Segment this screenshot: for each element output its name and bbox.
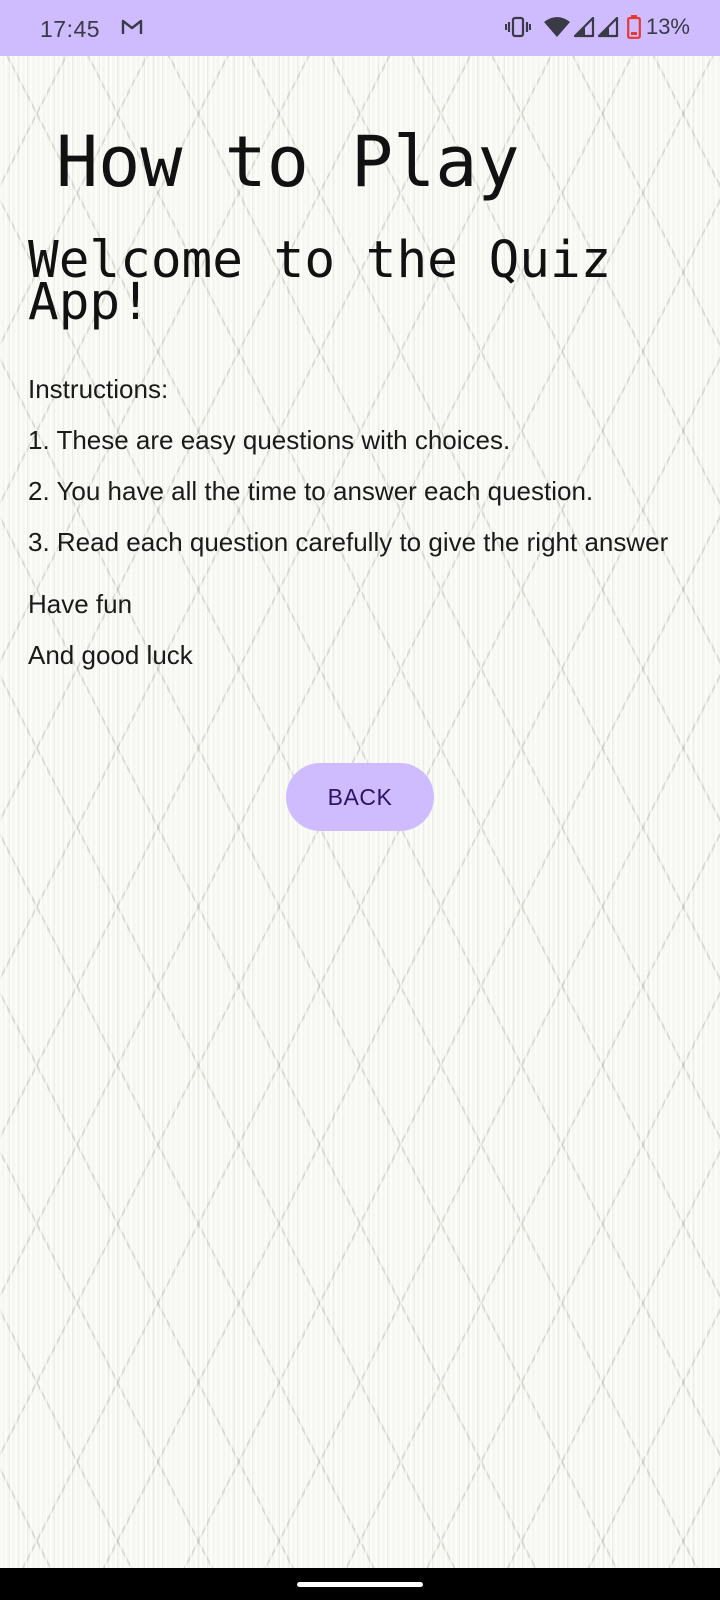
gmail-icon xyxy=(121,18,143,41)
navigation-bar xyxy=(0,1568,720,1600)
home-indicator[interactable] xyxy=(297,1582,423,1587)
closing-text-have-fun: Have fun xyxy=(28,589,133,619)
signal-icon xyxy=(573,16,595,38)
instruction-item: 2. You have all the time to answer each … xyxy=(28,476,594,506)
instruction-item: 1. These are easy questions with choices… xyxy=(28,425,511,455)
instruction-item: 3. Read each question carefully to give … xyxy=(28,527,669,557)
vibrate-icon xyxy=(504,16,531,38)
signal-icon xyxy=(597,16,619,38)
battery-low-icon xyxy=(627,15,641,39)
status-icons: 13% xyxy=(504,14,690,40)
battery-percent: 13% xyxy=(645,14,690,39)
page-title: How to Play xyxy=(56,121,520,203)
closing-text-good-luck: And good luck xyxy=(28,640,193,670)
status-bar: 17:45 13% xyxy=(0,0,720,56)
back-button[interactable]: BACK xyxy=(286,763,434,831)
how-to-play-screen: How to Play Welcome to the Quiz App! Ins… xyxy=(0,56,720,1568)
instructions-block: Instructions: 1. These are easy question… xyxy=(28,368,698,676)
status-time: 17:45 xyxy=(40,16,101,42)
wifi-icon xyxy=(543,16,571,38)
instructions-label: Instructions: xyxy=(28,374,169,404)
welcome-heading: Welcome to the Quiz App! xyxy=(28,231,612,332)
